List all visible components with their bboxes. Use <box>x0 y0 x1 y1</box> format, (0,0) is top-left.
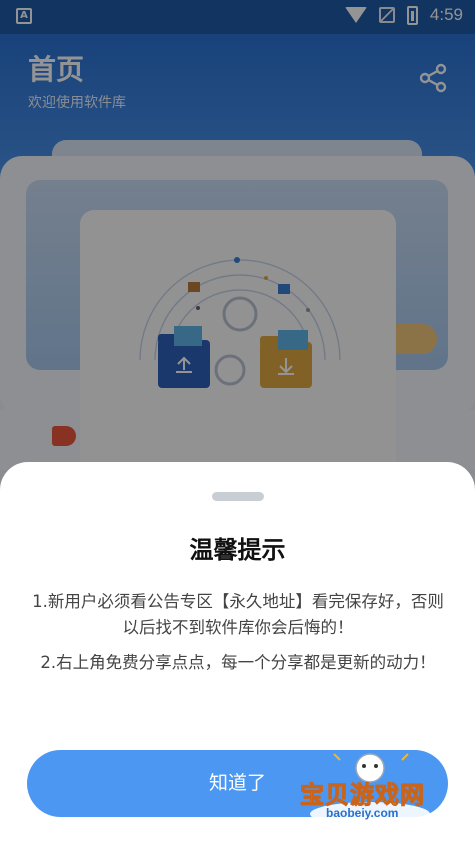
tip-text-2: 2.右上角免费分享点点，每一个分享都是更新的动力！ <box>40 653 436 672</box>
watermark-brand: 宝贝游戏网 <box>300 781 425 810</box>
drag-handle[interactable] <box>212 492 264 501</box>
watermark-url: baobeiy.com <box>326 806 399 820</box>
tip-text-1: 1.新用户必须看公告专区【永久地址】看完保存好，否则以后找不到软件库你会后悔的！ <box>32 592 444 637</box>
dialog-title: 温馨提示 <box>189 536 286 564</box>
